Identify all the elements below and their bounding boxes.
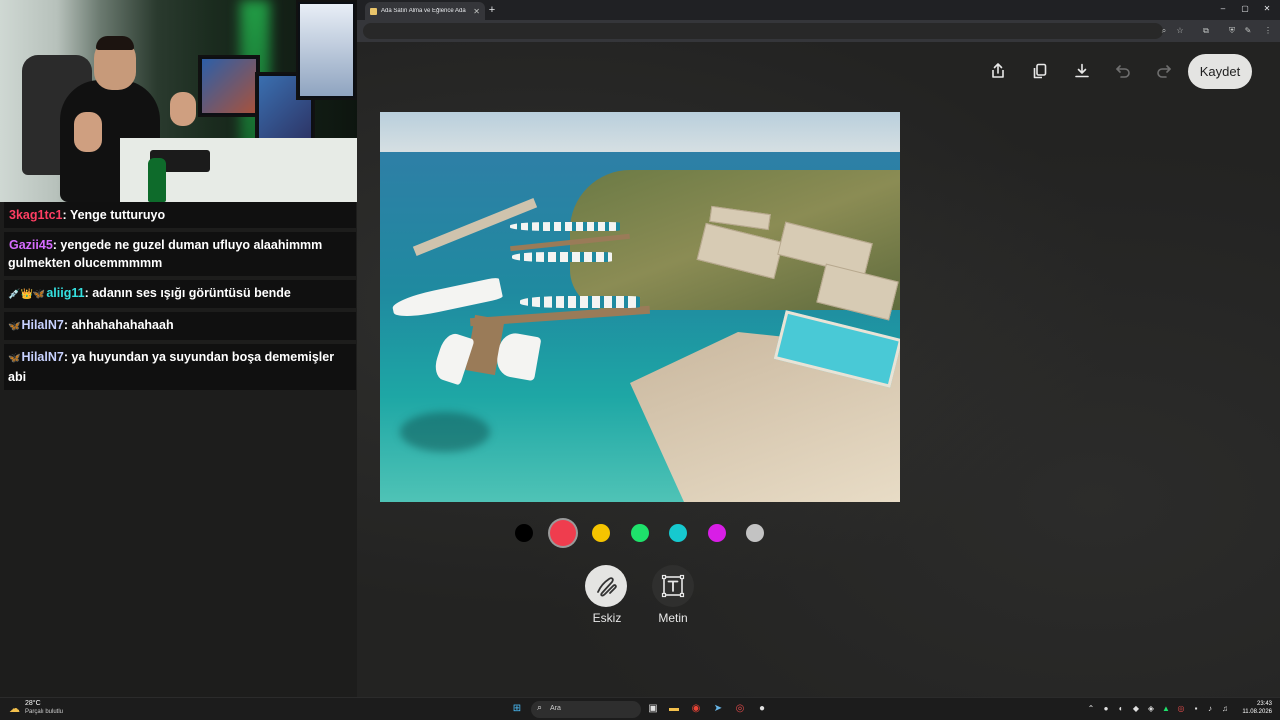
extensions-icon[interactable]: ⧉ xyxy=(1199,24,1213,38)
close-window-button[interactable]: ✕ xyxy=(1257,2,1277,16)
chat-username: HilalN7 xyxy=(21,318,64,332)
water-bottle xyxy=(148,158,166,202)
app-icon[interactable]: ◎ xyxy=(733,702,747,716)
edited-photo[interactable] xyxy=(380,112,900,502)
color-swatch-magenta[interactable] xyxy=(708,524,726,542)
telegram-icon[interactable]: ➤ xyxy=(711,702,725,716)
task-view-icon[interactable]: ▣ xyxy=(646,702,660,716)
windows-start-icon[interactable]: ⊞ xyxy=(510,702,524,716)
color-swatch-green[interactable] xyxy=(631,524,649,542)
chat-badges: 💉👑🦋 xyxy=(8,289,46,300)
tray-obs-icon[interactable]: ● xyxy=(1099,702,1113,716)
photo-boats-row xyxy=(520,296,640,308)
menu-icon[interactable]: ⋮ xyxy=(1261,24,1275,38)
tab-title: Ada Satın Alma ve Eğlence Ada xyxy=(381,8,466,14)
tray-chevron-icon[interactable]: ⌃ xyxy=(1084,702,1098,716)
chat-message: 🦋HilalN7: ahhahahahahaah xyxy=(4,312,356,340)
search-icon: ⌕ xyxy=(537,702,543,712)
chat-text: Yenge tutturuyo xyxy=(69,208,166,222)
screen: 3kag1tc1: Yenge tutturuyo Gazii45: yenge… xyxy=(0,0,1280,720)
chat-text: yengede ne guzel duman ufluyo alaahimmm … xyxy=(8,238,323,270)
stream-chat: 3kag1tc1: Yenge tutturuyo Gazii45: yenge… xyxy=(4,202,356,394)
sketch-mode-label: Eskiz xyxy=(592,611,622,625)
color-swatch-red[interactable] xyxy=(550,520,576,546)
favicon-icon xyxy=(370,7,377,15)
text-mode-button[interactable] xyxy=(652,565,694,607)
sketch-mode-button[interactable] xyxy=(585,565,627,607)
extension-icon[interactable]: ✎ xyxy=(1241,24,1255,38)
color-swatch-cyan[interactable] xyxy=(669,524,687,542)
tray-discord-icon[interactable]: ◈ xyxy=(1144,702,1158,716)
weather-icon[interactable]: ☁ xyxy=(9,702,20,715)
photo-boats-row xyxy=(512,252,612,262)
streamer-hair xyxy=(96,36,134,50)
address-field[interactable] xyxy=(363,23,1163,39)
tray-steam-icon[interactable]: ◐ xyxy=(1114,702,1128,716)
zoom-icon[interactable]: ⌕ xyxy=(1157,24,1171,38)
chrome-icon[interactable]: ◉ xyxy=(689,702,703,716)
chat-text: ahhahahahahaah xyxy=(71,318,174,332)
chat-message: 💉👑🦋aliig11: adanın ses ışığı görüntüsü b… xyxy=(4,280,356,308)
tray-app-icon[interactable]: ◎ xyxy=(1174,702,1188,716)
chat-message: Gazii45: yengede ne guzel duman ufluyo a… xyxy=(4,232,356,276)
chat-badges: 🦋 xyxy=(8,321,21,332)
browser-tab[interactable]: Ada Satın Alma ve Eğlence Ada ✕ xyxy=(365,2,485,20)
chat-username: Gazii45 xyxy=(9,238,53,252)
maximize-button[interactable]: ▢ xyxy=(1235,2,1255,16)
extension-icon[interactable]: ⛨ xyxy=(1225,24,1239,38)
text-mode-label: Metin xyxy=(658,611,688,625)
obs-icon[interactable]: ● xyxy=(755,702,769,716)
webcam-overlay xyxy=(0,0,357,202)
monitor xyxy=(296,0,357,100)
new-tab-button[interactable]: + xyxy=(485,3,499,17)
file-explorer-icon[interactable]: ▬ xyxy=(667,702,681,716)
browser-toolbar: ⌕ ☆ ⧉ ⛨ ✎ ⋮ xyxy=(357,20,1280,42)
chat-badges: 🦋 xyxy=(8,353,21,364)
clock-time[interactable]: 23:43 xyxy=(1244,701,1272,707)
chat-message: 3kag1tc1: Yenge tutturuyo xyxy=(4,202,356,228)
sketch-icon xyxy=(597,577,617,597)
streamer-hand xyxy=(170,92,196,126)
text-box-icon xyxy=(661,574,685,598)
save-button[interactable]: Kaydet xyxy=(1188,54,1252,89)
minimize-button[interactable]: – xyxy=(1213,2,1233,16)
chat-message: 🦋HilalN7: ya huyundan ya suyundan boşa d… xyxy=(4,344,356,390)
chat-username: 3kag1tc1 xyxy=(9,208,63,222)
monitor xyxy=(198,55,260,117)
color-swatch-gray[interactable] xyxy=(746,524,764,542)
tray-app-icon[interactable]: ◆ xyxy=(1129,702,1143,716)
windows-taskbar: ☁ 28°C Parçalı bulutlu ⊞ ⌕ Ara ▣ ▬ ◉ ➤ ◎… xyxy=(0,697,1280,720)
chat-username: HilalN7 xyxy=(21,350,64,364)
photo-boats-row xyxy=(510,222,620,231)
weather-condition: Parçalı bulutlu xyxy=(25,709,64,715)
clock-date[interactable]: 11.08.2026 xyxy=(1236,709,1272,715)
chat-username: aliig11 xyxy=(46,286,85,300)
chat-text: adanın ses ışığı görüntüsü bende xyxy=(92,286,291,300)
tray-app-icon[interactable]: ▪ xyxy=(1189,702,1203,716)
redo-icon[interactable] xyxy=(1154,62,1174,82)
weather-temperature: 28°C xyxy=(25,700,41,707)
bookmark-star-icon[interactable]: ☆ xyxy=(1173,24,1187,38)
search-placeholder: Ara xyxy=(550,705,561,712)
taskbar-search[interactable]: ⌕ Ara xyxy=(531,701,641,718)
streamer-hand xyxy=(74,112,102,152)
browser-tab-bar: Ada Satın Alma ve Eğlence Ada ✕ + – ▢ ✕ xyxy=(357,0,1280,20)
photo-sky xyxy=(380,112,900,154)
microphone-icon[interactable]: ♪ xyxy=(1203,702,1217,716)
download-icon[interactable] xyxy=(1072,62,1092,82)
photo-reef-shadow xyxy=(400,412,490,452)
color-swatch-yellow[interactable] xyxy=(592,524,610,542)
undo-icon[interactable] xyxy=(1113,62,1133,82)
share-icon[interactable] xyxy=(988,62,1008,82)
volume-icon[interactable]: ♫ xyxy=(1218,702,1232,716)
tray-nvidia-icon[interactable]: ▲ xyxy=(1159,702,1173,716)
close-tab-icon[interactable]: ✕ xyxy=(473,7,480,16)
copy-icon[interactable] xyxy=(1030,62,1050,82)
color-swatch-black[interactable] xyxy=(515,524,533,542)
